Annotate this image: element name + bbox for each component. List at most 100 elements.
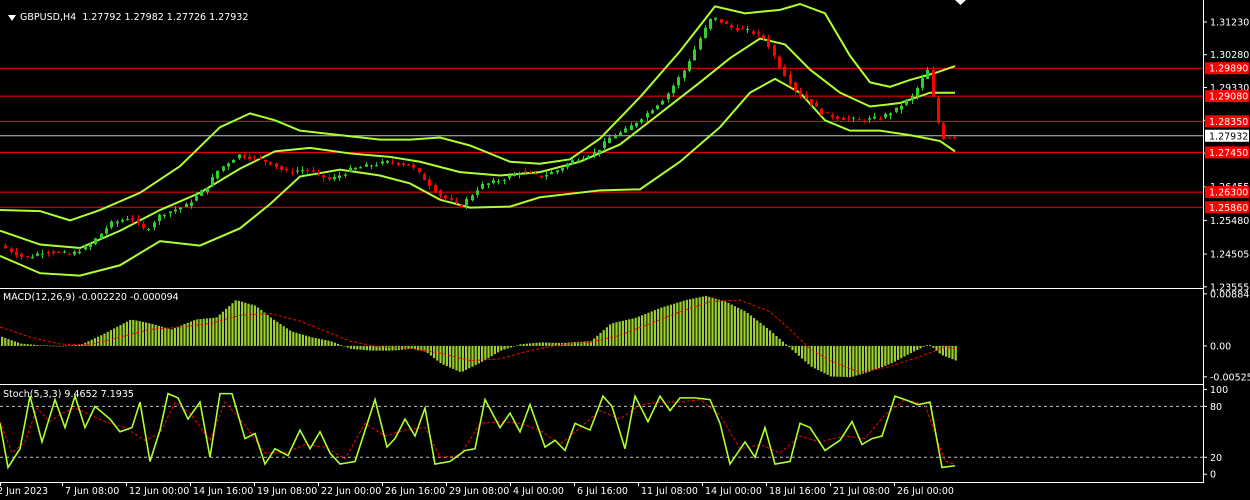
trading-chart[interactable]: 1.312301.302801.293301.283801.274301.264… (0, 0, 1250, 500)
macd-bar (551, 342, 554, 346)
macd-bar (660, 307, 663, 346)
macd-bar (637, 316, 640, 346)
macd-bar (167, 328, 170, 346)
macd-bar (17, 342, 20, 346)
macd-bar (202, 318, 205, 346)
candle (826, 112, 829, 114)
macd-bar (861, 345, 864, 374)
dropdown-arrow-icon[interactable] (8, 14, 17, 21)
macd-bar (10, 340, 13, 346)
macd-bar (935, 345, 938, 351)
macd-bar (743, 310, 746, 346)
price-tick-label: 80 (1210, 402, 1222, 413)
macd-bar (125, 321, 128, 346)
macd-bar (42, 345, 45, 347)
macd-bar (436, 345, 439, 361)
macd-bar (516, 345, 519, 346)
macd-bar (823, 345, 826, 374)
macd-bar (154, 324, 157, 346)
macd-bar (4, 337, 7, 346)
price-tick-label: 20 (1210, 453, 1222, 464)
macd-bar (93, 338, 96, 346)
macd-bar (97, 336, 100, 346)
macd-bar (45, 345, 48, 347)
macd-bar (465, 345, 468, 370)
macd-bar (801, 345, 804, 359)
macd-bar (241, 301, 244, 346)
macd-bar (314, 338, 317, 346)
macd-bar (349, 345, 352, 349)
macd-bar (237, 300, 240, 346)
macd-bar (737, 307, 740, 346)
macd-bar (484, 345, 487, 360)
macd-bar (775, 335, 778, 346)
macd-bar (452, 345, 455, 369)
macd-bar (877, 345, 880, 369)
macd-bar (33, 344, 36, 346)
price-tick-label: 1.30280 (1210, 50, 1249, 61)
macd-bar (29, 344, 32, 346)
macd-bar (337, 343, 340, 346)
macd-bar (871, 345, 874, 371)
macd-bar (231, 303, 234, 346)
macd-bar (439, 345, 442, 364)
macd-bar (628, 319, 631, 346)
macd-bar (122, 323, 125, 346)
macd-bar (858, 345, 861, 375)
macd-bar (781, 341, 784, 346)
macd-bar (756, 320, 759, 346)
macd-bar (295, 332, 298, 346)
macd-bar (253, 305, 256, 346)
macd-bar (343, 345, 346, 347)
macd-bar (39, 345, 42, 346)
macd-bar (513, 345, 516, 347)
macd-bar (305, 335, 308, 346)
macd-bar (711, 297, 714, 346)
macd-bar (180, 325, 183, 346)
macd-bar (641, 315, 644, 346)
macd-bar (922, 345, 925, 347)
time-tick-label: 12 Jun 00:00 (129, 486, 189, 497)
macd-bar (381, 345, 384, 351)
macd-bar (244, 302, 247, 346)
macd-bar (839, 345, 842, 377)
macd-bar (113, 328, 116, 346)
macd-bar (548, 342, 551, 346)
macd-bar (103, 333, 106, 346)
time-tick-label: 22 Jun 00:00 (321, 486, 381, 497)
macd-bar (250, 304, 253, 346)
macd-bar (260, 309, 263, 346)
macd-bar (791, 345, 794, 351)
macd-bar (609, 324, 612, 346)
macd-bar (429, 345, 432, 356)
macd-bar (279, 324, 282, 346)
macd-bar (884, 345, 887, 366)
macd-bar (199, 319, 202, 346)
macd-bar (929, 345, 932, 346)
macd-bar (449, 345, 452, 368)
price-tick-label: 0.00 (1210, 341, 1231, 352)
macd-bar (615, 322, 618, 346)
macd-bar (13, 341, 16, 346)
macd-bar (317, 338, 320, 346)
macd-bar (913, 345, 916, 352)
macd-bar (228, 306, 231, 346)
macd-bar (522, 343, 525, 346)
macd-bar (141, 321, 144, 346)
macd-bar (308, 336, 311, 346)
macd-bar (164, 327, 167, 346)
macd-bar (653, 310, 656, 346)
macd-bar (673, 303, 676, 346)
macd-bar (55, 345, 58, 347)
macd-bar (23, 343, 26, 346)
macd-bar (346, 345, 349, 348)
time-tick-label: 14 Jul 00:00 (705, 486, 762, 497)
macd-bar (583, 341, 586, 346)
macd-bar (916, 345, 919, 350)
macd-bar (183, 324, 186, 346)
macd-bar (132, 319, 135, 346)
macd-bar (500, 345, 503, 351)
macd-bar (765, 327, 768, 346)
candle (216, 170, 219, 180)
macd-bar (285, 328, 288, 346)
